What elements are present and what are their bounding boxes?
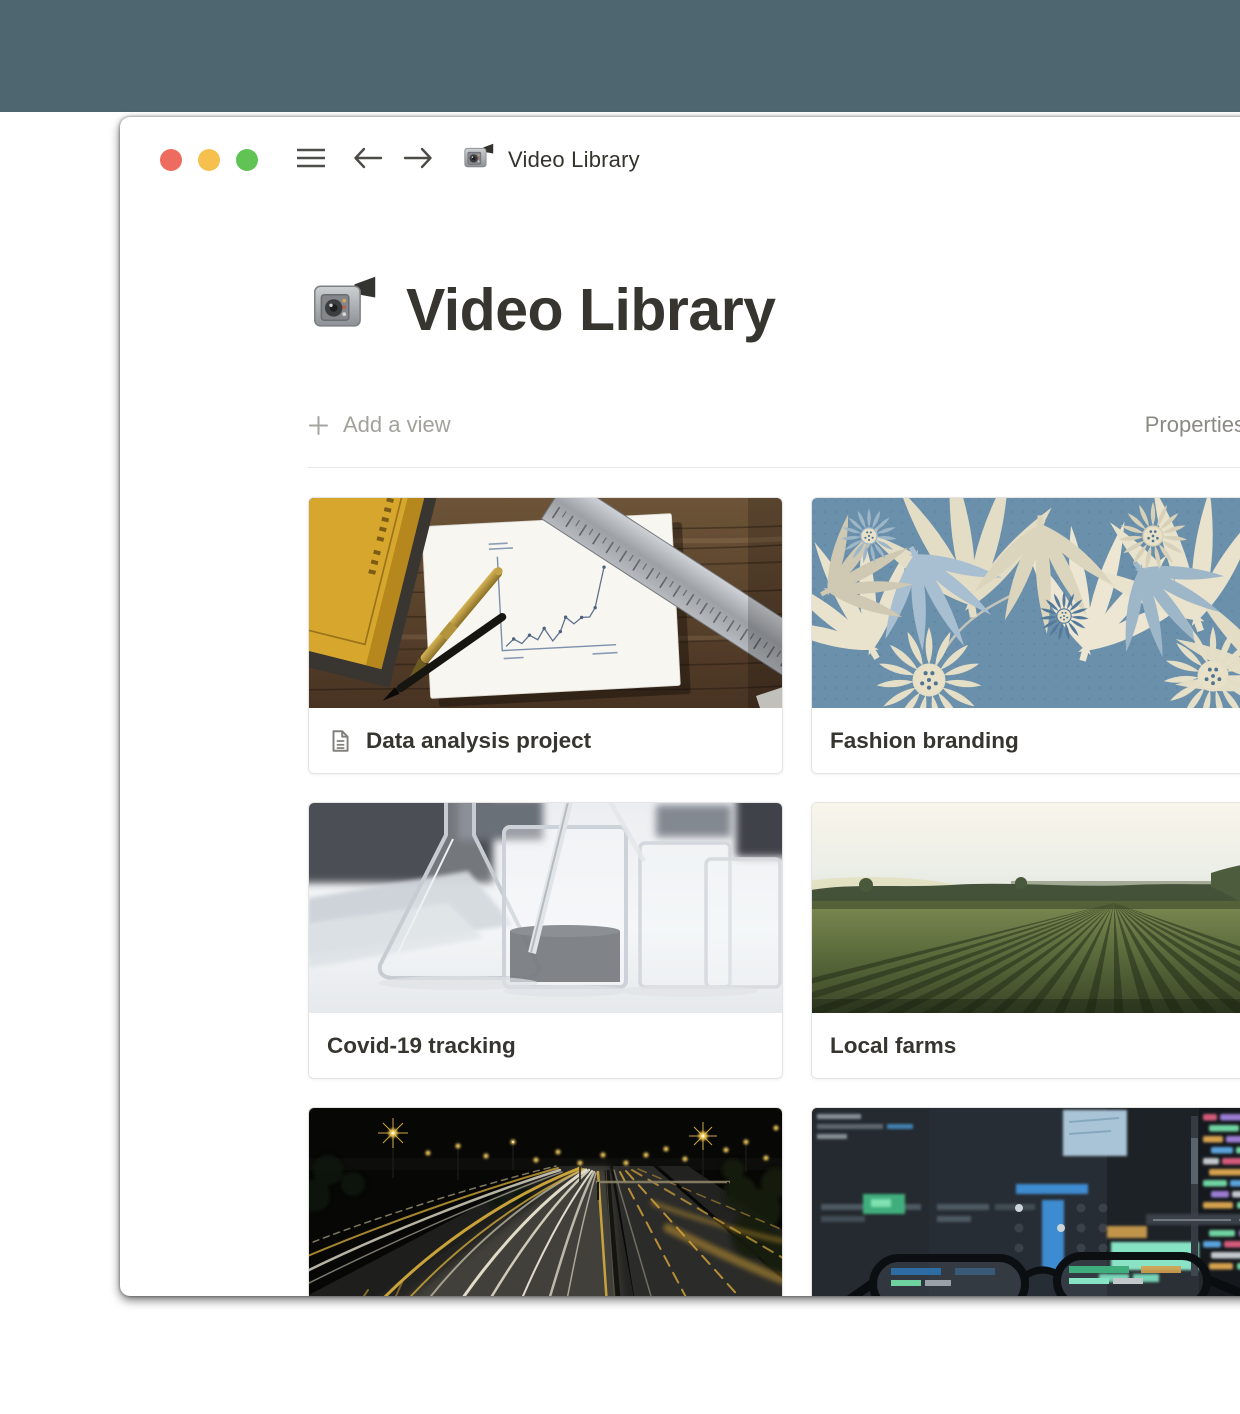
card-code-screens[interactable] xyxy=(811,1107,1240,1296)
card-image-blue-floral xyxy=(812,498,1240,708)
card-image-desk-analytics xyxy=(309,498,782,708)
page-icon xyxy=(327,728,353,754)
plus-icon xyxy=(308,415,329,436)
close-button[interactable] xyxy=(160,149,182,171)
card-image-lab-glassware xyxy=(309,803,782,1013)
forward-arrow-icon[interactable] xyxy=(402,144,434,177)
page-top-band xyxy=(0,0,1240,112)
menu-icon[interactable] xyxy=(296,146,326,175)
card-covid-19-tracking[interactable]: Covid-19 tracking xyxy=(308,802,783,1079)
card-image-code-screens xyxy=(812,1108,1240,1296)
card-title: Covid-19 tracking xyxy=(327,1033,516,1059)
zoom-button[interactable] xyxy=(236,149,258,171)
toolbar-divider xyxy=(308,467,1240,468)
page-content: Video Library Add a view Properties xyxy=(308,273,1240,1296)
add-view-label: Add a view xyxy=(343,412,451,438)
back-arrow-icon[interactable] xyxy=(352,144,384,177)
gallery-grid: Data analysis project xyxy=(308,497,1240,1296)
titlebar-title: Video Library xyxy=(508,147,640,173)
view-toolbar: Add a view Properties xyxy=(308,410,1240,440)
card-title: Local farms xyxy=(830,1033,956,1059)
page-emoji-video-camera-icon[interactable] xyxy=(308,273,382,346)
add-view-button[interactable]: Add a view xyxy=(308,412,451,438)
card-fashion-branding[interactable]: Fashion branding xyxy=(811,497,1240,774)
card-title: Fashion branding xyxy=(830,728,1019,754)
card-title: Data analysis project xyxy=(366,728,591,754)
card-image-night-highway xyxy=(309,1108,782,1296)
card-image-farm-field xyxy=(812,803,1240,1013)
card-data-analysis-project[interactable]: Data analysis project xyxy=(308,497,783,774)
titlebar: Video Library xyxy=(120,117,1240,173)
minimize-button[interactable] xyxy=(198,149,220,171)
video-camera-icon xyxy=(462,142,496,179)
card-local-farms[interactable]: Local farms xyxy=(811,802,1240,1079)
app-window: Video Library Video Library xyxy=(120,117,1240,1296)
page-title[interactable]: Video Library xyxy=(406,276,775,344)
properties-button[interactable]: Properties xyxy=(1145,412,1240,438)
page-title-row: Video Library xyxy=(308,273,1240,346)
card-night-highway[interactable] xyxy=(308,1107,783,1296)
